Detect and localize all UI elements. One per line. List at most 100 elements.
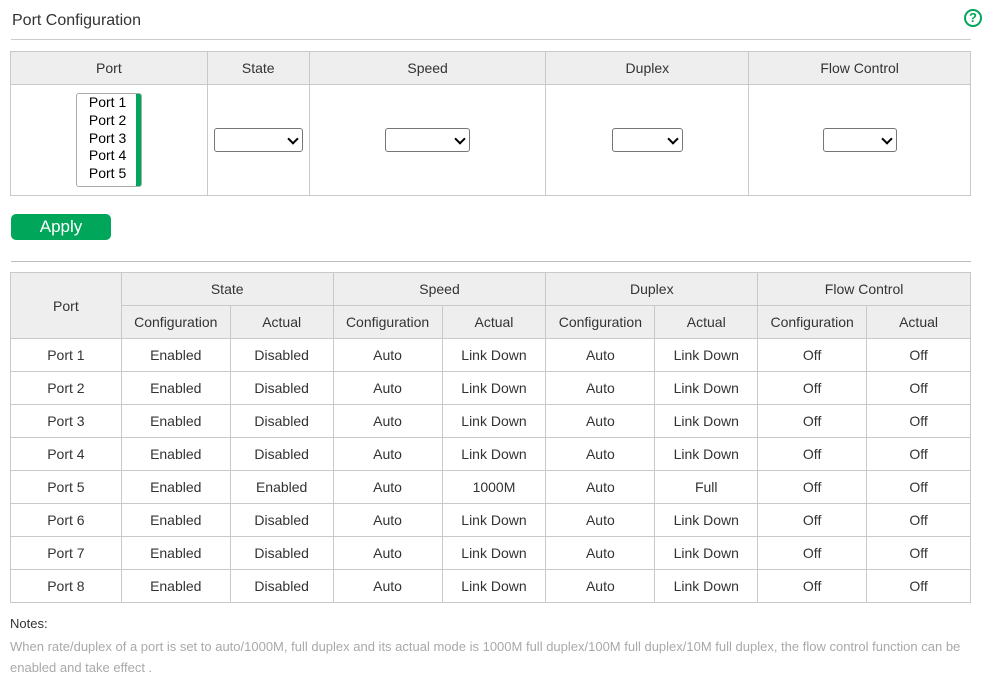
section-divider: [11, 261, 971, 262]
status-header-duplex: Duplex: [545, 272, 759, 306]
cell-state-configuration: Enabled: [120, 338, 231, 372]
cell-port: Port 8: [10, 569, 122, 603]
status-subheader: Configuration: [120, 305, 231, 339]
cell-flow-control-configuration: Off: [757, 437, 868, 471]
port-option[interactable]: Port 1: [77, 94, 141, 112]
status-subheader: Actual: [229, 305, 334, 339]
cell-flow-control-configuration: Off: [757, 404, 868, 438]
status-subheader: Actual: [654, 305, 759, 339]
cell-state-actual: Disabled: [229, 569, 334, 603]
cell-flow-control-configuration: Off: [757, 470, 868, 504]
status-header-state: State: [120, 272, 334, 306]
state-select-cell: [206, 84, 310, 196]
cell-speed-actual: Link Down: [441, 338, 547, 372]
chevron-down-icon: [454, 133, 466, 145]
cell-flow-control-actual: Off: [866, 404, 971, 438]
port-option[interactable]: Port 4: [77, 147, 141, 165]
notes-title: Notes:: [10, 616, 48, 631]
config-header-speed: Speed: [308, 51, 547, 85]
cell-duplex-actual: Link Down: [654, 569, 759, 603]
cell-speed-configuration: Auto: [332, 338, 443, 372]
status-subheader: Configuration: [332, 305, 443, 339]
status-header-port: Port: [10, 272, 122, 339]
cell-state-actual: Disabled: [229, 338, 334, 372]
cell-port: Port 5: [10, 470, 122, 504]
duplex-select[interactable]: [611, 128, 683, 152]
table-row: Port 7 Enabled Disabled Auto Link Down Auto Li…: [10, 536, 971, 570]
port-option[interactable]: Port 3: [77, 130, 141, 148]
cell-duplex-actual: Link Down: [654, 338, 759, 372]
cell-speed-actual: Link Down: [441, 569, 547, 603]
cell-state-actual: Enabled: [229, 470, 334, 504]
duplex-select-cell: [545, 84, 750, 196]
cell-duplex-configuration: Auto: [545, 404, 656, 438]
cell-speed-configuration: Auto: [332, 404, 443, 438]
table-row: Port 2 Enabled Disabled Auto Link Down Auto Li…: [10, 371, 971, 405]
cell-speed-configuration: Auto: [332, 536, 443, 570]
cell-flow-control-configuration: Off: [757, 503, 868, 537]
table-row: Port 6 Enabled Disabled Auto Link Down Auto Li…: [10, 503, 971, 537]
speed-select[interactable]: [385, 128, 471, 152]
cell-duplex-configuration: Auto: [545, 569, 656, 603]
cell-state-configuration: Enabled: [120, 437, 231, 471]
cell-duplex-configuration: Auto: [545, 371, 656, 405]
cell-speed-configuration: Auto: [332, 437, 443, 471]
cell-port: Port 1: [10, 338, 122, 372]
cell-duplex-actual: Link Down: [654, 536, 759, 570]
cell-port: Port 6: [10, 503, 122, 537]
apply-button[interactable]: Apply: [11, 214, 111, 240]
port-multiselect-list[interactable]: Port 1 Port 2 Port 3 Port 4 Port 5: [75, 93, 142, 187]
chevron-down-icon: [287, 133, 299, 145]
config-header-duplex: Duplex: [545, 51, 750, 85]
cell-flow-control-configuration: Off: [757, 338, 868, 372]
status-header-speed: Speed: [332, 272, 547, 306]
cell-duplex-actual: Link Down: [654, 503, 759, 537]
table-row: Port 1 Enabled Disabled Auto Link Down Auto Li…: [10, 338, 971, 372]
config-header-state: State: [206, 51, 310, 85]
cell-duplex-configuration: Auto: [545, 338, 656, 372]
cell-state-configuration: Enabled: [120, 569, 231, 603]
status-subheader: Configuration: [757, 305, 868, 339]
cell-state-actual: Disabled: [229, 371, 334, 405]
cell-speed-actual: Link Down: [441, 437, 547, 471]
flow-control-select[interactable]: [822, 128, 897, 152]
state-select[interactable]: [213, 128, 303, 152]
cell-duplex-configuration: Auto: [545, 536, 656, 570]
cell-state-configuration: Enabled: [120, 536, 231, 570]
cell-flow-control-configuration: Off: [757, 569, 868, 603]
help-icon[interactable]: ?: [964, 9, 982, 27]
port-option[interactable]: Port 5: [77, 165, 141, 183]
cell-flow-control-actual: Off: [866, 338, 971, 372]
port-option[interactable]: Port 2: [77, 112, 141, 130]
table-row: Port 5 Enabled Enabled Auto 1000M Auto Full Off…: [10, 470, 971, 504]
cell-port: Port 7: [10, 536, 122, 570]
cell-duplex-actual: Link Down: [654, 371, 759, 405]
chevron-down-icon: [880, 133, 893, 145]
status-subheader: Actual: [866, 305, 971, 339]
port-list-scrollbar[interactable]: [135, 94, 141, 186]
cell-flow-control-configuration: Off: [757, 371, 868, 405]
cell-speed-actual: Link Down: [441, 404, 547, 438]
page-header: Port Configuration: [11, 0, 971, 40]
cell-duplex-configuration: Auto: [545, 470, 656, 504]
cell-speed-configuration: Auto: [332, 503, 443, 537]
cell-duplex-actual: Link Down: [654, 437, 759, 471]
port-select-cell: Port 1 Port 2 Port 3 Port 4 Port 5: [10, 84, 208, 196]
cell-flow-control-actual: Off: [866, 437, 971, 471]
table-row: Port 8 Enabled Disabled Auto Link Down Auto Li…: [10, 569, 971, 603]
cell-flow-control-actual: Off: [866, 371, 971, 405]
cell-speed-configuration: Auto: [332, 371, 443, 405]
table-row: Port 4 Enabled Disabled Auto Link Down Auto Li…: [10, 437, 971, 471]
cell-state-configuration: Enabled: [120, 404, 231, 438]
notes-text: When rate/duplex of a port is set to aut…: [10, 639, 961, 675]
cell-state-configuration: Enabled: [120, 470, 231, 504]
cell-state-actual: Disabled: [229, 437, 334, 471]
port-status-table: Port State Speed Duplex Flow Control Con…: [10, 272, 971, 603]
cell-speed-actual: Link Down: [441, 503, 547, 537]
flow-control-select-cell: [748, 84, 971, 196]
cell-duplex-configuration: Auto: [545, 437, 656, 471]
cell-duplex-configuration: Auto: [545, 503, 656, 537]
config-header-port: Port: [10, 51, 208, 85]
config-header-flow-control: Flow Control: [748, 51, 971, 85]
cell-duplex-actual: Full: [654, 470, 759, 504]
